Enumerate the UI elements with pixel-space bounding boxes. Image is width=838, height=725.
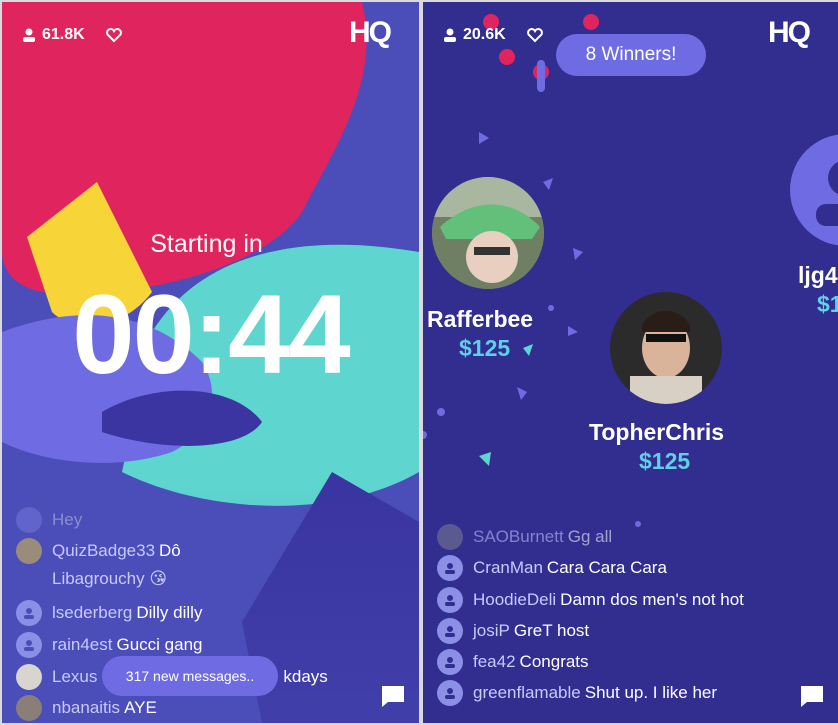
starting-label: Starting in: [2, 230, 419, 259]
winners-banner: 8 Winners!: [556, 34, 706, 76]
chat-username: Lexus: [52, 667, 98, 686]
avatar: [437, 555, 463, 581]
chat-message: Shut up. I like her: [584, 683, 718, 702]
chat-username: greenflamable: [473, 683, 581, 702]
person-icon: [445, 688, 455, 699]
person-icon: [24, 608, 34, 619]
winner-prize: $125: [639, 448, 691, 474]
avatar: [16, 695, 42, 721]
winner-prize: $1: [817, 291, 838, 317]
winner-photo: [610, 292, 722, 404]
chat-message: Gg all: [567, 527, 613, 546]
winner-avatar: [432, 177, 544, 289]
heart-icon[interactable]: [526, 27, 544, 43]
chat-message: Dô: [159, 541, 181, 560]
avatar: [437, 649, 463, 675]
chat-username: lsederberg: [52, 603, 133, 622]
person-icon: [445, 595, 455, 606]
hq-logo: HQ: [768, 16, 811, 49]
heart-icon[interactable]: [105, 27, 123, 43]
new-messages-button[interactable]: 317 new messages..: [102, 656, 278, 696]
avatar: [16, 538, 42, 564]
chat-row: greenflamable Shut up. I like her: [437, 680, 717, 706]
chat-username: fea42: [473, 652, 516, 671]
winner-avatar: [610, 292, 722, 404]
chat-message: GreT host: [513, 621, 590, 640]
person-icon: [445, 657, 455, 668]
chat-row: Hey: [16, 507, 82, 533]
viewer-count-value: 61.8K: [42, 26, 85, 43]
chat-row: josiP GreT host: [437, 618, 589, 644]
chat-row: fea42 Congrats: [437, 649, 589, 675]
chat-username: HoodieDeli: [473, 590, 557, 609]
chat-message: Cara Cara Cara: [546, 558, 667, 577]
chat-message: Damn dos men's not hot: [560, 590, 744, 609]
avatar: [437, 618, 463, 644]
chat-bubble-icon[interactable]: [799, 684, 825, 708]
viewer-count-value: 20.6K: [463, 26, 506, 43]
countdown-screen: 61.8K HQ Starting in 00:44 Hey QuizBadge…: [2, 2, 419, 723]
winner-photo: [432, 177, 544, 289]
chat-row: lsederberg Dilly dilly: [16, 600, 202, 626]
viewer-count: 61.8K: [22, 26, 123, 44]
chat-message: Gucci gang: [116, 635, 203, 654]
chat-message: Hey: [52, 510, 83, 529]
winner-name: Rafferbee: [427, 306, 534, 332]
avatar: [16, 664, 42, 690]
starting-label-text: Starting in: [150, 230, 263, 258]
avatar: [16, 632, 42, 658]
countdown-timer: 00:44: [72, 272, 350, 397]
winner-name: TopherChris: [589, 419, 725, 445]
person-icon: [23, 28, 35, 42]
person-icon: [445, 563, 455, 574]
hq-logo: HQ: [349, 16, 392, 49]
chat-row: nbanaitis AYE: [16, 695, 157, 721]
chat-message: Dilly dilly: [136, 603, 203, 622]
chat-username: CranMan: [473, 558, 543, 577]
viewer-count: 20.6K: [443, 26, 544, 44]
avatar: [437, 587, 463, 613]
chat-row: Libagrouchy 😘: [52, 569, 167, 589]
avatar: [16, 507, 42, 533]
avatar: [437, 524, 463, 550]
chat-username: nbanaitis: [52, 698, 121, 717]
chat-bubble-icon[interactable]: [380, 684, 406, 708]
person-icon: [24, 640, 34, 651]
chat-username: QuizBadge33: [52, 541, 156, 560]
avatar: [16, 600, 42, 626]
chat-row: QuizBadge33 Dô: [16, 538, 181, 564]
person-icon: [444, 28, 456, 42]
chat-row: CranMan Cara Cara Cara: [437, 555, 667, 581]
chat-username: rain4est: [52, 635, 113, 654]
chat-message: kdays: [283, 667, 328, 686]
person-icon: [816, 161, 838, 226]
chat-message: AYE: [124, 698, 157, 717]
chat-message: Congrats: [519, 652, 589, 671]
chat-row: SAOBurnett Gg all: [437, 524, 612, 550]
person-icon: [445, 626, 455, 637]
winner-prize: $125: [459, 335, 511, 361]
chat-username: josiP: [473, 621, 510, 640]
chat-row: rain4est Gucci gang: [16, 632, 202, 658]
avatar: [437, 680, 463, 706]
chat-message: Libagrouchy 😘: [52, 569, 168, 588]
winners-screen: 20.6K HQ 8 Winners! Rafferbee $125 Tophe…: [423, 2, 838, 723]
winner-avatar: [790, 134, 838, 246]
chat-row: HoodieDeli Damn dos men's not hot: [437, 587, 744, 613]
winner-name: ljg4: [798, 262, 838, 288]
chat-username: SAOBurnett: [473, 527, 564, 546]
